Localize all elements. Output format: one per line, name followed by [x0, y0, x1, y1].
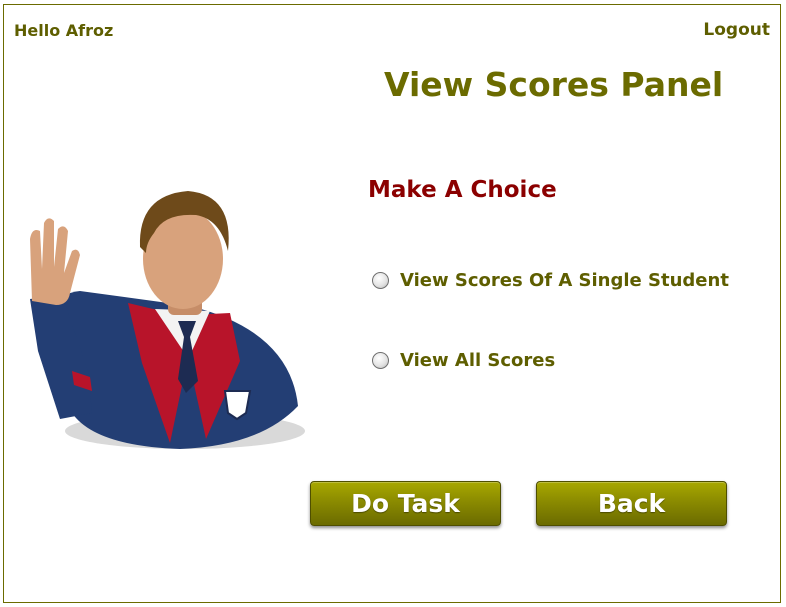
greeting-text: Hello Afroz [14, 21, 114, 40]
back-button[interactable]: Back [536, 481, 727, 526]
hand-shape [30, 218, 80, 305]
do-task-button[interactable]: Do Task [310, 481, 501, 526]
radio-button-unselected[interactable] [372, 352, 389, 369]
option-label: View All Scores [400, 350, 556, 371]
student-avatar-icon [30, 191, 305, 449]
option-label: View Scores Of A Single Student [400, 270, 729, 291]
option-single-student[interactable]: View Scores Of A Single Student [372, 270, 729, 291]
page-title: View Scores Panel [384, 65, 724, 104]
logout-link[interactable]: Logout [703, 20, 770, 40]
option-all-scores[interactable]: View All Scores [372, 350, 555, 371]
radio-button-unselected[interactable] [372, 272, 389, 289]
main-window: Hello Afroz Logout View Scores Panel Mak… [3, 4, 781, 603]
section-heading: Make A Choice [368, 177, 557, 203]
